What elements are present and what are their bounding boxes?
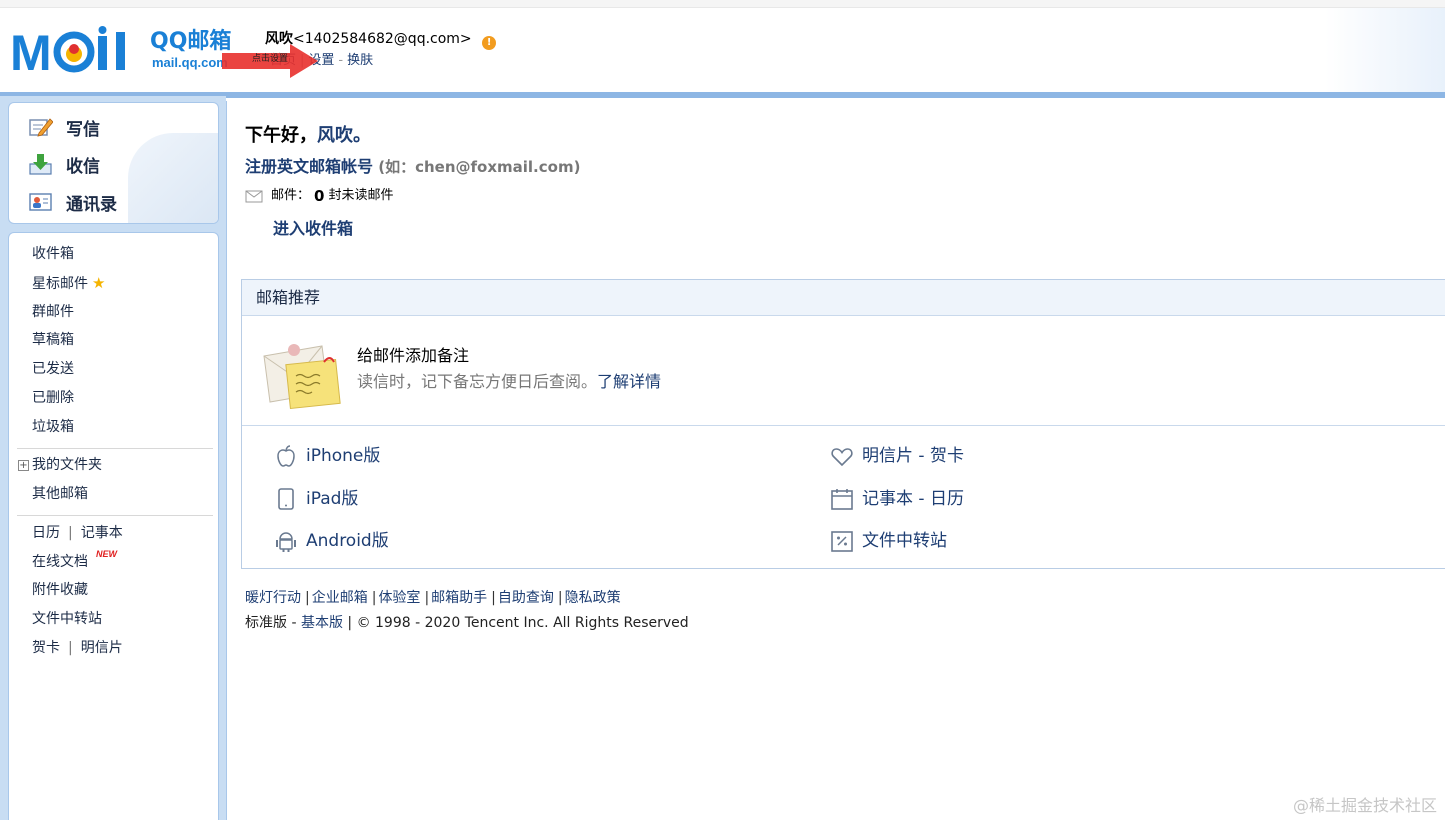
greeting-card-link[interactable]: 贺卡 — [32, 640, 60, 656]
calendar-icon — [830, 487, 854, 511]
footer-link[interactable]: 暖灯行动 — [245, 590, 301, 606]
online-docs-link[interactable]: 在线文档 — [32, 553, 88, 571]
greeting-name: 风吹。 — [317, 125, 371, 146]
header: M QQ邮箱 mail.qq.com 风吹<1402584682@qq.com>… — [0, 0, 1445, 96]
header-decoration — [1325, 8, 1445, 96]
svg-text:M: M — [10, 26, 52, 76]
file-transfer-station-link[interactable]: 文件中转站 — [830, 529, 947, 553]
register-line: 注册英文邮箱帐号 (如：chen@foxmail.com) — [245, 157, 580, 177]
new-badge: NEW — [96, 549, 117, 559]
register-example: (如：chen@foxmail.com) — [373, 158, 581, 176]
contacts-button[interactable]: 通讯录 — [29, 187, 117, 217]
android-icon — [274, 529, 298, 553]
main-content: 下午好，风吹。 注册英文邮箱帐号 (如：chen@foxmail.com) 邮件… — [226, 101, 1445, 820]
footer-link[interactable]: 隐私政策 — [565, 590, 621, 606]
notebook-calendar-label: 记事本 - 日历 — [862, 489, 964, 509]
copyright-text: © 1998 - 2020 Tencent Inc. All Rights Re… — [356, 615, 689, 631]
tools-row-calendar: 日历 | 记事本 — [32, 525, 123, 541]
file-transfer-link[interactable]: 文件中转站 — [32, 610, 102, 628]
mail-label: 邮件： — [271, 188, 311, 203]
android-app-label: Android版 — [306, 531, 389, 551]
recommend-title: 邮箱推荐 — [242, 280, 1445, 316]
learn-more-link[interactable]: 了解详情 — [597, 372, 661, 391]
folder-divider — [17, 448, 213, 449]
warning-icon[interactable]: ! — [482, 36, 497, 50]
arrow-annotation-label: 点击设置 — [252, 54, 289, 64]
greeting: 下午好，风吹。 — [245, 125, 371, 147]
feature-desc-text: 读信时，记下备忘方便日后查阅。 — [357, 372, 598, 391]
folder-panel: 收件箱 星标邮件 ★ 群邮件 草稿箱 已发送 已删除 垃圾箱 + 我的文件夹 其他… — [8, 232, 219, 820]
recommend-feature: 给邮件添加备注 读信时，记下备忘方便日后查阅。了解详情 — [242, 316, 1445, 426]
ipad-app-link[interactable]: iPad版 — [274, 487, 358, 511]
footer-link[interactable]: 邮箱助手 — [431, 590, 487, 606]
footer-links: 暖灯行动 | 企业邮箱 | 体验室 | 邮箱助手 | 自助查询 | 隐私政策 — [245, 590, 621, 606]
watermark: @稀土掘金技术社区 — [1292, 796, 1437, 815]
quick-actions-panel: 写信 收信 通讯录 — [8, 102, 219, 224]
standard-version-label: 标准版 — [245, 615, 287, 631]
folder-deleted[interactable]: 已删除 — [32, 389, 74, 407]
postcard-greeting-label: 明信片 - 贺卡 — [862, 446, 964, 466]
file-transfer-station-label: 文件中转站 — [862, 531, 947, 551]
enter-inbox-link[interactable]: 进入收件箱 — [273, 219, 353, 239]
copyright-line: 标准版 - 基本版 | © 1998 - 2020 Tencent Inc. A… — [245, 615, 689, 631]
unread-count: 0 — [314, 187, 325, 205]
recommend-panel: 邮箱推荐 给邮件添加备注 读信时，记下备忘方便日后查阅。了解详情 iPhone版 — [241, 279, 1445, 569]
feature-description: 读信时，记下备忘方便日后查阅。了解详情 — [357, 372, 661, 392]
mail-note-icon — [263, 344, 341, 410]
footer-link[interactable]: 企业邮箱 — [312, 590, 368, 606]
calendar-link[interactable]: 日历 — [32, 525, 60, 541]
register-english-account-link[interactable]: 注册英文邮箱帐号 — [245, 157, 373, 176]
notebook-link[interactable]: 记事本 — [81, 525, 123, 541]
folder-drafts[interactable]: 草稿箱 — [32, 331, 74, 349]
apple-icon — [274, 444, 298, 468]
heart-icon — [830, 444, 854, 468]
brand-url: mail.qq.com — [152, 55, 228, 70]
folder-my-folders[interactable]: 我的文件夹 — [32, 456, 102, 474]
iphone-app-label: iPhone版 — [306, 446, 381, 466]
postcard-link[interactable]: 明信片 — [81, 640, 123, 656]
folder-spam[interactable]: 垃圾箱 — [32, 418, 74, 436]
ipad-app-label: iPad版 — [306, 489, 359, 509]
folder-starred[interactable]: 星标邮件 ★ — [32, 274, 105, 293]
attachments-link[interactable]: 附件收藏 — [32, 581, 88, 599]
receive-button[interactable]: 收信 — [29, 149, 100, 179]
folder-other-mailbox[interactable]: 其他邮箱 — [32, 485, 88, 503]
receive-icon — [29, 153, 53, 175]
iphone-app-link[interactable]: iPhone版 — [274, 444, 380, 468]
compose-label: 写信 — [66, 119, 100, 140]
qqmail-logo[interactable]: M QQ邮箱 mail.qq.com — [10, 26, 242, 76]
folder-starred-label: 星标邮件 — [32, 276, 88, 292]
star-icon: ★ — [92, 274, 106, 292]
file-transfer-icon — [830, 529, 854, 553]
footer-link[interactable]: 自助查询 — [498, 590, 554, 606]
penguin-decoration — [128, 133, 218, 223]
feature-title: 给邮件添加备注 — [357, 346, 470, 365]
basic-version-link[interactable]: 基本版 — [301, 615, 343, 631]
mail-count: 邮件： 0 封未读邮件 — [245, 187, 393, 205]
contacts-icon — [29, 191, 53, 213]
android-app-link[interactable]: Android版 — [274, 529, 389, 553]
envelope-icon — [245, 190, 263, 203]
folder-inbox[interactable]: 收件箱 — [32, 245, 74, 263]
receive-label: 收信 — [66, 156, 100, 177]
browser-top-edge — [0, 0, 1445, 8]
compose-icon — [29, 116, 54, 138]
folder-sent[interactable]: 已发送 — [32, 360, 74, 378]
folder-divider — [17, 515, 213, 516]
logo-graphic: M — [10, 26, 125, 76]
greeting-prefix: 下午好， — [245, 125, 317, 146]
compose-button[interactable]: 写信 — [29, 112, 100, 142]
folder-group[interactable]: 群邮件 — [32, 303, 74, 321]
brand-name: QQ邮箱 — [150, 29, 232, 54]
tablet-icon — [274, 487, 298, 511]
tools-row-cards: 贺卡 | 明信片 — [32, 640, 123, 656]
unread-suffix: 封未读邮件 — [328, 188, 394, 203]
footer-link[interactable]: 体验室 — [378, 590, 420, 606]
postcard-greeting-link[interactable]: 明信片 - 贺卡 — [830, 444, 964, 468]
notebook-calendar-link[interactable]: 记事本 - 日历 — [830, 487, 964, 511]
expand-plus-icon[interactable]: + — [18, 460, 29, 471]
contacts-label: 通讯录 — [66, 194, 117, 215]
